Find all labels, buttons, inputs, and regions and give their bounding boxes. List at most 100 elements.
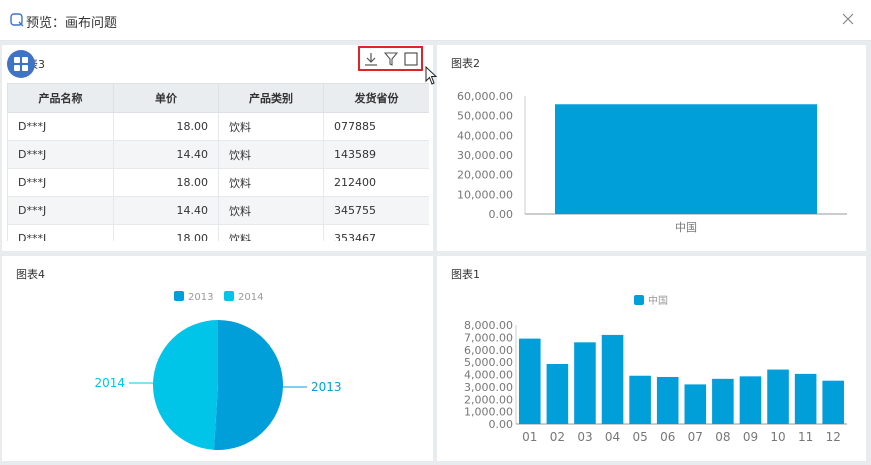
bar [739, 376, 762, 424]
x-tick-label: 12 [826, 430, 841, 444]
legend-label: 2013 [188, 292, 213, 303]
close-icon[interactable] [841, 12, 855, 26]
bar [684, 384, 707, 424]
x-tick-label: 10 [770, 430, 785, 444]
dialog-titlebar: 预览：画布问题 [0, 0, 871, 41]
table-cell: 143589 [323, 140, 429, 169]
legend-label: 中国 [648, 294, 668, 307]
pie-slice [213, 320, 283, 450]
table-cell: D***J [7, 196, 114, 225]
grid-icon[interactable] [7, 50, 35, 78]
bar [601, 334, 624, 424]
widget-toolbar [358, 46, 423, 71]
x-tick-label: 01 [522, 430, 537, 444]
y-tick-label: 10,000.00 [457, 188, 513, 201]
x-tick-label: 02 [550, 430, 565, 444]
column-header[interactable]: 单价 [113, 83, 219, 113]
table-row[interactable]: D***J 14.40 饮料 143589 [7, 140, 429, 169]
table-cell: 18.00 [113, 168, 219, 197]
table-cell: 18.00 [113, 112, 219, 141]
bar [574, 342, 596, 424]
y-tick-label: 1,000.00 [464, 406, 513, 419]
y-tick-label: 30,000.00 [457, 149, 513, 162]
x-tick-label: 03 [577, 430, 592, 444]
table-cell: 077885 [323, 112, 429, 141]
panel-chart2: 图表2 0.00 10,000.00 20,000.00 30,000.00 40,00… [437, 45, 866, 251]
y-tick-label: 3,000.00 [464, 381, 513, 394]
table-cell: D***J [7, 112, 114, 141]
x-tick-label: 08 [715, 430, 730, 444]
x-tick-label: 11 [798, 430, 813, 444]
x-tick-label: 09 [743, 430, 758, 444]
maximize-icon[interactable] [404, 52, 418, 66]
y-tick-label: 4,000.00 [464, 369, 513, 382]
chart4-plot: 2013 2014 2013 2014 [94, 291, 342, 450]
table-cell: 345755 [323, 196, 429, 225]
y-tick-label: 8,000.00 [464, 319, 513, 332]
y-tick-label: 2,000.00 [464, 393, 513, 406]
bar [546, 363, 569, 424]
x-tick-label: 07 [688, 430, 703, 444]
table-cell: 353467 [323, 224, 429, 241]
column-header[interactable]: 发货省份 [323, 83, 429, 113]
x-tick-label: 06 [660, 430, 675, 444]
y-tick-label: 20,000.00 [457, 169, 513, 182]
legend-swatch [224, 291, 234, 301]
y-tick-label: 7,000.00 [464, 331, 513, 344]
pie-slice [152, 320, 218, 450]
data-table-container[interactable]: 产品名称 单价 产品类别 发货省份 D***J 18.00 饮料 077885 … [7, 83, 429, 241]
table-row[interactable]: D***J 18.00 饮料 212400 [7, 168, 429, 197]
column-header[interactable]: 产品类别 [218, 83, 324, 113]
x-tick-label: 04 [605, 430, 620, 444]
y-tick-label: 50,000.00 [457, 110, 513, 123]
table-cell: D***J [7, 140, 114, 169]
table-cell: 14.40 [113, 196, 219, 225]
pie-data-label: 2014 [94, 376, 125, 390]
y-tick-label: 0.00 [489, 418, 514, 431]
table-header-row: 产品名称 单价 产品类别 发货省份 [7, 83, 429, 113]
chart1-plot: 中国 0.001,000.002,000.003,000.004,000.005,… [464, 294, 847, 444]
search-icon [10, 13, 24, 27]
table-cell: D***J [7, 168, 114, 197]
bar [555, 104, 817, 214]
table-cell: 212400 [323, 168, 429, 197]
dialog-title: 预览：画布问题 [26, 16, 118, 31]
table-cell: 14.40 [113, 140, 219, 169]
bar [656, 376, 679, 424]
table-cell: 饮料 [218, 224, 324, 241]
bar [794, 373, 817, 424]
download-icon[interactable] [364, 52, 378, 66]
bar [519, 338, 541, 424]
table-cell: 18.00 [113, 224, 219, 241]
table-row[interactable]: D***J 18.00 饮料 353467 [7, 224, 429, 241]
y-tick-label: 40,000.00 [457, 129, 513, 142]
legend-swatch [634, 295, 644, 305]
y-tick-label: 6,000.00 [464, 344, 513, 357]
panel-chart4: 图表4 2013 2014 2013 2014 [2, 256, 433, 461]
panel-chart1: 图表1 中国 0.00 1,000.00 2,000.00 3,000.00 4,000.… [437, 256, 866, 461]
table-row[interactable]: D***J 14.40 饮料 345755 [7, 196, 429, 225]
y-tick-label: 60,000.00 [457, 90, 513, 103]
x-tick-label: 中国 [675, 221, 697, 234]
pie-data-label: 2013 [311, 380, 342, 394]
table-cell: 饮料 [218, 112, 324, 141]
bar [767, 369, 789, 424]
table-row[interactable]: D***J 18.00 饮料 077885 [7, 112, 429, 141]
y-tick-label: 0.00 [489, 208, 514, 221]
legend-label: 2014 [238, 292, 263, 303]
table-cell: 饮料 [218, 168, 324, 197]
bar [629, 375, 651, 424]
bar [712, 378, 734, 424]
cursor-icon [425, 66, 438, 85]
chart2-plot: 0.00 10,000.00 20,000.00 30,000.00 40,000.00… [457, 90, 847, 234]
x-tick-label: 05 [632, 430, 647, 444]
filter-icon[interactable] [384, 52, 398, 66]
column-header[interactable]: 产品名称 [7, 83, 114, 113]
y-tick-label: 5,000.00 [464, 356, 513, 369]
legend-swatch [174, 291, 184, 301]
bar [822, 380, 844, 424]
table-cell: 饮料 [218, 196, 324, 225]
data-table: 产品名称 单价 产品类别 发货省份 D***J 18.00 饮料 077885 … [7, 83, 429, 241]
table-cell: D***J [7, 224, 114, 241]
table-cell: 饮料 [218, 140, 324, 169]
